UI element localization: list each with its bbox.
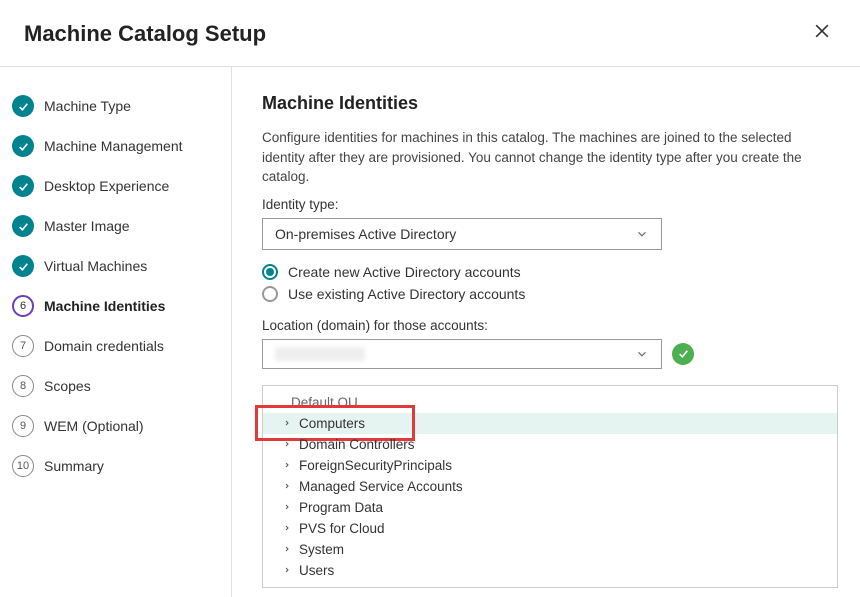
radio-create-label: Create new Active Directory accounts bbox=[288, 264, 521, 280]
wizard-sidebar: Machine Type Machine Management Desktop Ex… bbox=[0, 67, 232, 597]
step-label: Scopes bbox=[44, 378, 91, 394]
ou-item-label: Users bbox=[299, 563, 334, 578]
ou-item-label: ForeignSecurityPrincipals bbox=[299, 458, 452, 473]
wizard-step-wem-optional-[interactable]: 9 WEM (Optional) bbox=[12, 415, 231, 437]
ou-tree: Default OU Computers Domain Controllers For… bbox=[262, 385, 838, 588]
step-label: Virtual Machines bbox=[44, 258, 147, 274]
chevron-right-icon bbox=[283, 461, 291, 469]
chevron-right-icon bbox=[283, 419, 291, 427]
wizard-step-domain-credentials[interactable]: 7 Domain credentials bbox=[12, 335, 231, 357]
ou-item-computers[interactable]: Computers bbox=[263, 413, 837, 434]
step-label: Domain credentials bbox=[44, 338, 164, 354]
ou-item-label: System bbox=[299, 542, 344, 557]
identity-type-value: On-premises Active Directory bbox=[275, 226, 456, 242]
chevron-right-icon bbox=[283, 503, 291, 511]
step-label: Master Image bbox=[44, 218, 130, 234]
chevron-right-icon bbox=[283, 482, 291, 490]
step-label: WEM (Optional) bbox=[44, 418, 144, 434]
step-done-icon bbox=[12, 215, 34, 237]
radio-icon bbox=[262, 264, 278, 280]
wizard-step-scopes[interactable]: 8 Scopes bbox=[12, 375, 231, 397]
dialog-title: Machine Catalog Setup bbox=[24, 21, 266, 47]
step-pending-icon: 8 bbox=[12, 375, 34, 397]
ou-item-users[interactable]: Users bbox=[263, 560, 837, 581]
radio-icon bbox=[262, 286, 278, 302]
step-label: Machine Identities bbox=[44, 298, 165, 314]
domain-select[interactable] bbox=[262, 339, 662, 369]
step-label: Machine Type bbox=[44, 98, 131, 114]
close-button[interactable] bbox=[808, 20, 836, 48]
step-done-icon bbox=[12, 135, 34, 157]
wizard-content: Machine Identities Configure identities … bbox=[232, 67, 860, 597]
step-current-icon: 6 bbox=[12, 295, 34, 317]
ou-item-label: Domain Controllers bbox=[299, 437, 415, 452]
wizard-step-desktop-experience[interactable]: Desktop Experience bbox=[12, 175, 231, 197]
wizard-step-virtual-machines[interactable]: Virtual Machines bbox=[12, 255, 231, 277]
step-done-icon bbox=[12, 95, 34, 117]
chevron-right-icon bbox=[283, 524, 291, 532]
content-description: Configure identities for machines in thi… bbox=[262, 128, 838, 187]
location-label: Location (domain) for those accounts: bbox=[262, 318, 838, 333]
wizard-step-master-image[interactable]: Master Image bbox=[12, 215, 231, 237]
account-mode-radio-group: Create new Active Directory accounts Use… bbox=[262, 264, 838, 302]
ou-item-managed-service-accounts[interactable]: Managed Service Accounts bbox=[263, 476, 837, 497]
radio-use-existing[interactable]: Use existing Active Directory accounts bbox=[262, 286, 838, 302]
dialog-header: Machine Catalog Setup bbox=[0, 0, 860, 67]
identity-type-label: Identity type: bbox=[262, 197, 838, 212]
wizard-step-summary[interactable]: 10 Summary bbox=[12, 455, 231, 477]
chevron-right-icon bbox=[283, 566, 291, 574]
ou-item-system[interactable]: System bbox=[263, 539, 837, 560]
domain-validated-icon bbox=[672, 343, 694, 365]
identity-type-select[interactable]: On-premises Active Directory bbox=[262, 218, 662, 250]
chevron-down-icon bbox=[635, 347, 649, 361]
step-pending-icon: 10 bbox=[12, 455, 34, 477]
close-icon bbox=[812, 21, 832, 41]
domain-value bbox=[275, 347, 365, 361]
chevron-right-icon bbox=[283, 440, 291, 448]
ou-item-label: Computers bbox=[299, 416, 365, 431]
step-label: Machine Management bbox=[44, 138, 183, 154]
ou-item-label: Managed Service Accounts bbox=[299, 479, 463, 494]
step-done-icon bbox=[12, 175, 34, 197]
wizard-step-machine-identities[interactable]: 6 Machine Identities bbox=[12, 295, 231, 317]
ou-item-label: Program Data bbox=[299, 500, 383, 515]
ou-item-program-data[interactable]: Program Data bbox=[263, 497, 837, 518]
ou-item-foreignsecurityprincipals[interactable]: ForeignSecurityPrincipals bbox=[263, 455, 837, 476]
ou-default[interactable]: Default OU bbox=[263, 392, 837, 413]
step-pending-icon: 9 bbox=[12, 415, 34, 437]
wizard-step-machine-management[interactable]: Machine Management bbox=[12, 135, 231, 157]
wizard-step-machine-type[interactable]: Machine Type bbox=[12, 95, 231, 117]
chevron-down-icon bbox=[635, 227, 649, 241]
step-label: Desktop Experience bbox=[44, 178, 169, 194]
step-pending-icon: 7 bbox=[12, 335, 34, 357]
ou-item-pvs-for-cloud[interactable]: PVS for Cloud bbox=[263, 518, 837, 539]
radio-existing-label: Use existing Active Directory accounts bbox=[288, 286, 525, 302]
step-done-icon bbox=[12, 255, 34, 277]
chevron-right-icon bbox=[283, 545, 291, 553]
content-heading: Machine Identities bbox=[262, 93, 838, 114]
radio-create-accounts[interactable]: Create new Active Directory accounts bbox=[262, 264, 838, 280]
ou-item-domain-controllers[interactable]: Domain Controllers bbox=[263, 434, 837, 455]
step-label: Summary bbox=[44, 458, 104, 474]
ou-item-label: PVS for Cloud bbox=[299, 521, 385, 536]
